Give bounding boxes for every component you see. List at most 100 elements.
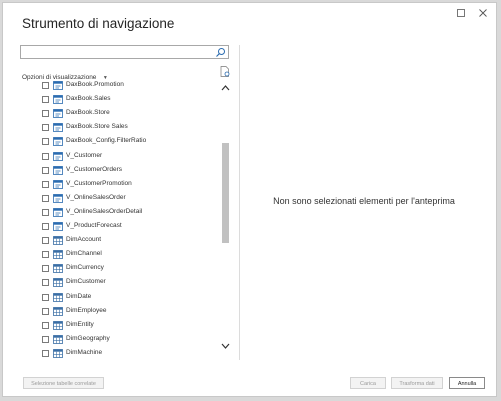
tree-item-checkbox[interactable] [42,166,49,174]
tree-item[interactable]: V_OnlineSalesOrder [20,192,216,206]
view-icon [53,222,63,231]
tree-item[interactable]: DimAccount [20,234,216,248]
tree-item-label: DimEmployee [66,306,107,314]
tree-item[interactable]: DaxBook_Config.FilterRatio [20,135,216,149]
refresh-document-icon[interactable] [220,66,230,77]
table-icon [53,278,63,288]
tree-item-checkbox[interactable] [42,124,49,132]
tree-item-label: V_CustomerPromotion [66,179,132,187]
view-icon [53,151,63,161]
tree-item-label: DimGeography [66,334,110,342]
tree-item[interactable]: DaxBook.Store [20,107,216,121]
tree-item[interactable]: V_CustomerPromotion [20,178,216,192]
tree-item-label: DaxBook.Store [66,109,110,117]
tree-item[interactable]: DimEntity [20,319,216,333]
view-icon [53,193,63,203]
tree-item-label: DaxBook.Sales [66,95,111,103]
tree-item-checkbox[interactable] [42,279,49,287]
tree-item-checkbox[interactable] [42,180,49,188]
navigator-tree[interactable]: DaxBook.Promotion DaxBook.Sales DaxBook.St… [20,79,224,360]
tree-item[interactable]: DaxBook.Sales [20,93,216,107]
table-icon [53,348,63,358]
tree-item-checkbox[interactable] [42,223,49,230]
tree-item-label: DaxBook.Promotion [66,81,124,88]
tree-item[interactable]: V_Customer [20,150,216,164]
tree-item[interactable]: V_ProductForecast [20,220,216,234]
scrollbar-thumb[interactable] [222,143,229,243]
tree-item-label: V_OnlineSalesOrderDetail [66,207,143,215]
tree-item-label: DimEntity [66,320,94,328]
view-icon [53,165,63,175]
tree-item-checkbox[interactable] [42,293,49,301]
table-icon [53,306,63,316]
tree-item-label: V_OnlineSalesOrder [66,193,126,201]
table-icon [53,292,63,302]
tree-item[interactable]: DimCurrency [20,262,216,276]
chevron-down-icon[interactable] [221,342,230,352]
table-icon [53,334,63,344]
tree-scrollbar[interactable] [221,79,230,360]
tree-item-checkbox[interactable] [42,194,49,202]
select-related-tables-button[interactable]: Selezione tabelle correlate [23,377,104,389]
cancel-button[interactable]: Annulla [449,377,485,389]
load-button[interactable]: Carica [350,377,386,389]
tree-item[interactable]: V_CustomerOrders [20,164,216,178]
tree-item-checkbox[interactable] [42,110,49,118]
tree-item-label: DimAccount [66,236,102,244]
window-controls [454,6,490,20]
tree-item[interactable]: DimChannel [20,248,216,262]
display-options-row: Opzioni di visualizzazione ▼ [22,66,230,81]
table-icon [53,320,63,330]
tree-item[interactable]: DaxBook.Store Sales [20,121,216,135]
view-icon [53,207,63,217]
tree-item-checkbox[interactable] [42,138,49,146]
tree-item[interactable]: DaxBook.Promotion [20,79,216,93]
tree-item-label: DaxBook.Store Sales [66,123,128,131]
tree-item-label: DaxBook_Config.FilterRatio [66,137,147,145]
tree-item[interactable]: DimGeography [20,333,216,347]
chevron-up-icon[interactable] [221,84,230,94]
tree-item[interactable]: DimCustomer [20,276,216,290]
view-icon [53,123,63,133]
tree-item-checkbox[interactable] [42,251,49,259]
tree-item[interactable]: DimEmployee [20,305,216,319]
tree-item-label: DimCurrency [66,264,104,272]
tree-item-checkbox[interactable] [42,321,49,329]
view-icon [53,137,63,147]
tree-item-checkbox[interactable] [42,265,49,273]
search-input[interactable] [20,45,229,59]
view-icon [53,179,63,189]
search-icon[interactable] [215,47,226,58]
tree-item-checkbox[interactable] [42,152,49,160]
tree-item-checkbox[interactable] [42,82,49,89]
navigator-left-pane: Opzioni di visualizzazione ▼ DaxBook.Pro… [20,45,233,360]
tree-item-checkbox[interactable] [42,307,49,315]
tree-item-label: DimDate [66,292,92,300]
tree-item-checkbox[interactable] [42,335,49,343]
tree-item-checkbox[interactable] [42,96,49,104]
tree-item-label: DimCustomer [66,278,106,286]
close-icon[interactable] [476,6,490,20]
tree-item-checkbox[interactable] [42,349,49,357]
tree-item-label: DimChannel [66,250,102,258]
navigator-dialog: Strumento di navigazione Opzioni di visu… [2,2,497,397]
tree-item[interactable]: DimDate [20,291,216,305]
table-icon [53,236,63,245]
tree-item-label: V_CustomerOrders [66,165,122,173]
tree-item-label: V_ProductForecast [66,222,122,229]
tree-item-checkbox[interactable] [42,208,49,216]
tree-item[interactable]: V_OnlineSalesOrderDetail [20,206,216,220]
maximize-icon[interactable] [454,6,468,20]
table-icon [53,264,63,274]
tree-item[interactable]: DimMachine [20,347,216,360]
view-icon [53,95,63,104]
tree-item-checkbox[interactable] [42,237,49,245]
tree-item-label: DimMachine [66,348,103,356]
tree-item-label: V_Customer [66,151,103,159]
view-icon [53,81,63,90]
dialog-title: Strumento di navigazione [22,16,175,31]
table-icon [53,250,63,260]
view-icon [53,109,63,119]
transform-data-button[interactable]: Trasforma dati [391,377,443,389]
preview-empty-message: Non sono selezionati elementi per l'ante… [273,196,455,206]
